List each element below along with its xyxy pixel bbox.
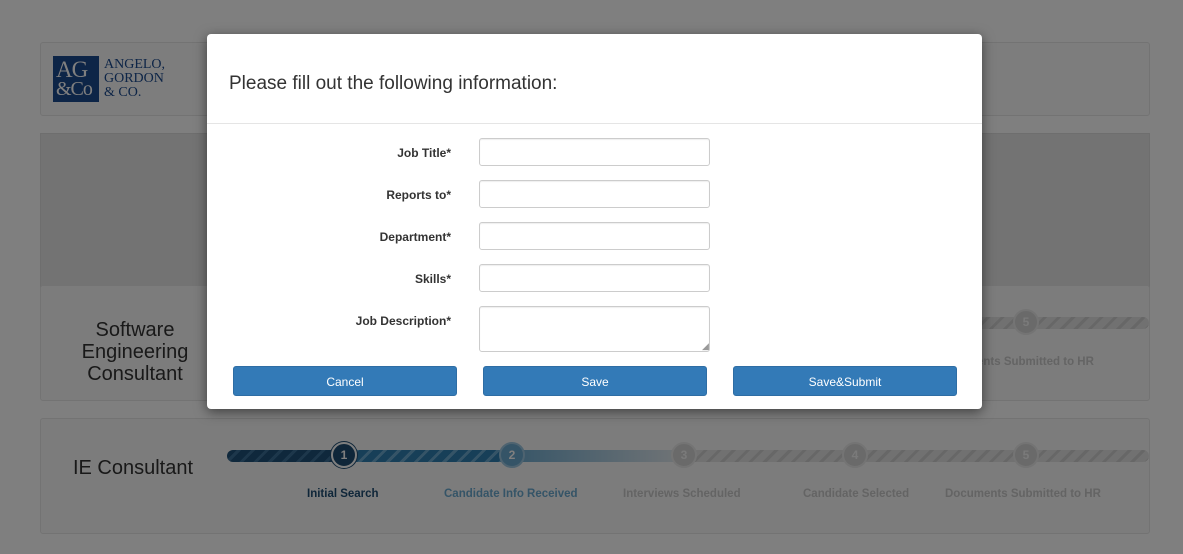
job-description-label: Job Description* <box>355 314 451 328</box>
job-description-textarea[interactable] <box>479 306 710 352</box>
job-title-label: Job Title* <box>397 146 451 160</box>
reports-to-label: Reports to* <box>386 188 451 202</box>
save-button[interactable]: Save <box>483 366 707 396</box>
reports-to-input[interactable] <box>479 180 710 208</box>
cancel-button[interactable]: Cancel <box>233 366 457 396</box>
skills-label: Skills* <box>414 272 451 286</box>
department-label: Department* <box>379 230 451 244</box>
job-title-input[interactable] <box>479 138 710 166</box>
department-input[interactable] <box>479 222 710 250</box>
modal-header: Please fill out the following informatio… <box>207 34 982 124</box>
skills-input[interactable] <box>479 264 710 292</box>
modal-title: Please fill out the following informatio… <box>229 73 558 94</box>
save-submit-button[interactable]: Save&Submit <box>733 366 957 396</box>
job-info-modal: Please fill out the following informatio… <box>207 34 982 409</box>
